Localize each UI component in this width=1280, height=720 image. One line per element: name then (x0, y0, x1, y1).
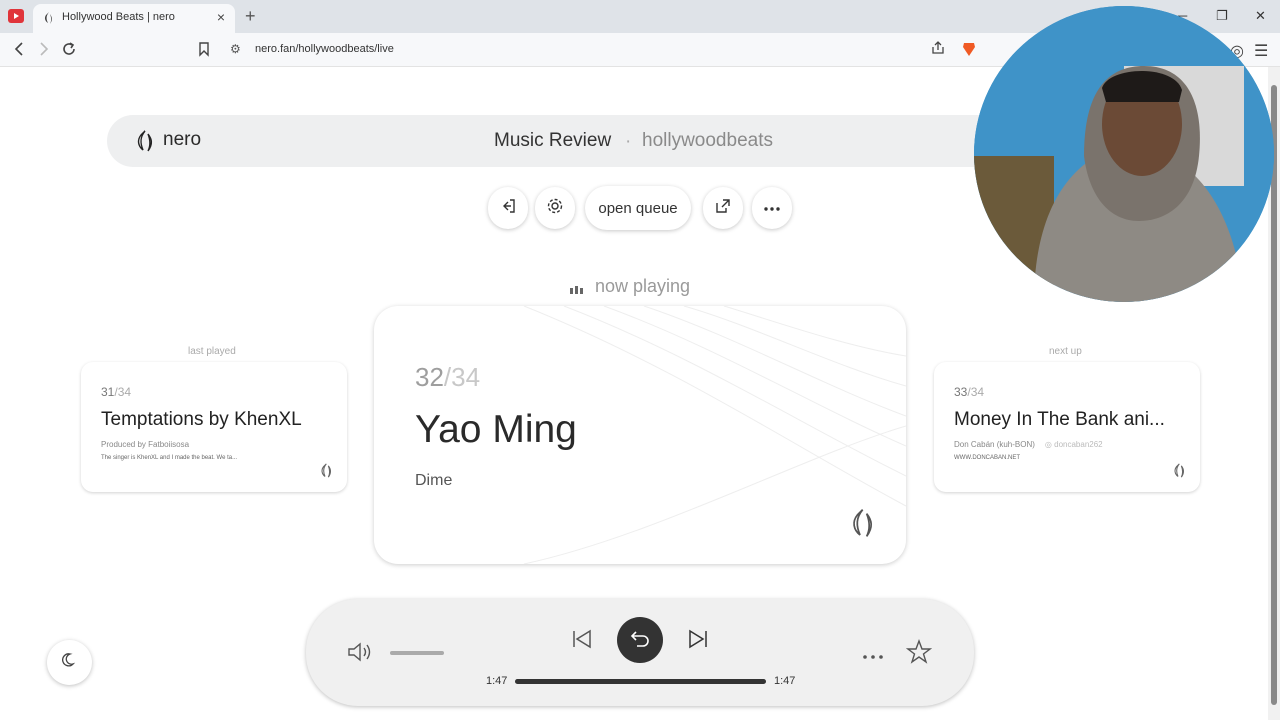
tab-close-icon[interactable]: × (217, 9, 225, 25)
now-playing-label: now playing (595, 276, 691, 296)
nero-logo-icon (321, 463, 333, 478)
gear-icon (546, 197, 564, 220)
close-window-icon[interactable]: ✕ (1255, 8, 1266, 24)
nero-favicon-icon (43, 11, 55, 25)
site-settings-icon[interactable]: ⚙ (230, 42, 241, 56)
share-box-icon (714, 197, 732, 220)
more-options-button[interactable] (752, 187, 792, 229)
track-artist-meta: Don Cabán (kuh-BON) ◎ doncaban262 (954, 440, 1103, 449)
back-icon[interactable] (12, 41, 26, 62)
exit-icon (500, 198, 516, 219)
track-artist: Dime (415, 472, 453, 489)
last-played-card[interactable]: 31/34 Temptations by KhenXL Produced by … (81, 362, 347, 492)
star-icon[interactable] (905, 639, 933, 670)
url-field[interactable]: nero.fan/hollywoodbeats/live (255, 43, 394, 55)
more-dots-icon (763, 199, 781, 217)
browser-tab[interactable]: Hollywood Beats | nero × (33, 4, 235, 33)
theme-toggle-button[interactable] (47, 640, 92, 685)
next-up-card[interactable]: 33/34 Money In The Bank ani... Don Cabán… (934, 362, 1200, 492)
nero-logo-icon (1174, 463, 1186, 478)
webcam-overlay (974, 6, 1274, 302)
title-separator: · (625, 131, 632, 152)
youtube-app-icon[interactable] (8, 9, 24, 23)
progress-bar[interactable] (515, 679, 766, 684)
track-title: Temptations by KhenXL (101, 409, 302, 430)
webcam-person-image (974, 6, 1274, 302)
page-title: Music Review (494, 130, 612, 151)
volume-icon[interactable] (346, 641, 374, 668)
page-subtitle: hollywoodbeats (642, 130, 773, 151)
volume-slider[interactable] (390, 651, 444, 655)
menu-icon[interactable]: ☰ (1254, 41, 1268, 61)
forward-icon[interactable] (37, 41, 51, 62)
share-queue-button[interactable] (703, 187, 743, 229)
next-track-icon[interactable] (687, 628, 709, 655)
current-time: 1:47 (486, 675, 508, 687)
undo-arrow-icon (630, 629, 650, 652)
tab-title: Hollywood Beats | nero (62, 11, 175, 23)
track-website: WWW.DONCABAN.NET (954, 455, 1020, 461)
brave-shield-icon[interactable] (961, 41, 977, 62)
bookmark-icon[interactable] (198, 41, 210, 62)
nero-logo-icon[interactable] (137, 130, 155, 152)
restore-icon[interactable]: ❐ (1216, 8, 1228, 24)
settings-button[interactable] (535, 187, 575, 229)
track-title: Money In The Bank ani... (954, 409, 1165, 430)
track-description: The singer is KhenXL and I made the beat… (101, 455, 238, 461)
track-producer: Produced by Fatboiisosa (101, 440, 190, 449)
next-up-label: next up (1049, 346, 1082, 357)
track-index: 33/34 (954, 385, 985, 399)
total-time: 1:47 (774, 675, 796, 687)
track-index: 32/34 (415, 362, 481, 392)
previous-track-icon[interactable] (571, 628, 593, 655)
track-index: 31/34 (101, 385, 132, 399)
new-tab-button[interactable]: + (245, 6, 256, 27)
reload-icon[interactable] (61, 41, 77, 62)
share-icon[interactable] (931, 41, 945, 60)
nero-logo-icon (852, 508, 876, 538)
moon-icon (61, 652, 78, 673)
track-title: Yao Ming (415, 408, 577, 451)
last-played-label: last played (188, 346, 236, 357)
nero-logo-text[interactable]: nero (163, 129, 201, 151)
open-queue-button[interactable]: open queue (585, 186, 691, 230)
player-more-icon[interactable] (862, 648, 884, 666)
exit-button[interactable] (488, 187, 528, 229)
replay-button[interactable] (617, 617, 663, 663)
progress-fill (515, 679, 766, 684)
now-playing-card[interactable]: 32/34 Yao Ming Dime (374, 306, 906, 564)
